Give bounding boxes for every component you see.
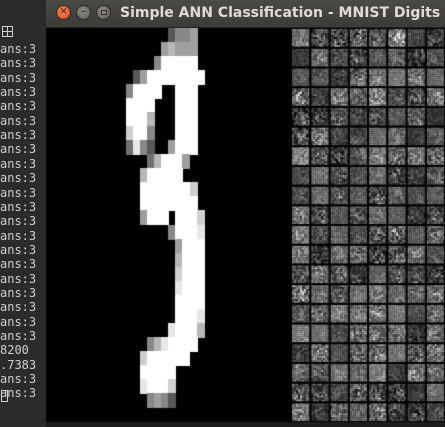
terminal-line: ans:3: [0, 156, 37, 171]
terminal-line: ans:3: [0, 271, 37, 286]
terminal-line: ans:3: [0, 128, 37, 143]
terminal-line: ans:3: [0, 228, 37, 243]
terminal-line: ans:3: [0, 372, 37, 387]
background-terminal[interactable]: ans:3 ans:3 ans:3 ans:3 ans:3 ans:3 ans:3 ans:3…: [0, 0, 46, 427]
digit-input-image: [91, 28, 289, 422]
window-title: Simple ANN Classification - MNIST Digits: [120, 5, 441, 21]
terminal-line: ans:3: [0, 285, 37, 300]
close-icon: ✕: [59, 7, 68, 17]
terminal-line: ans:3: [0, 242, 37, 257]
maximize-icon: [100, 10, 107, 15]
terminal-line: ans:3: [0, 185, 37, 200]
terminal-line: ans:3: [0, 329, 37, 343]
window-bottom-edge: [46, 422, 445, 427]
terminal-line: ans:3: [0, 300, 37, 315]
terminal-line: ans:3: [0, 142, 37, 157]
terminal-line: ans:3: [0, 85, 37, 100]
terminal-grid-icon: [2, 26, 13, 37]
terminal-line: ans:3: [0, 42, 37, 56]
window-maximize-button[interactable]: [96, 5, 111, 20]
terminal-line: ans:3: [0, 56, 37, 71]
window-minimize-button[interactable]: –: [76, 5, 91, 20]
terminal-line: ans:3: [0, 70, 37, 85]
terminal-cursor: [1, 390, 8, 402]
terminal-line: ans:3: [0, 314, 37, 329]
terminal-line: ans:3: [0, 171, 37, 186]
terminal-line: ans:3: [0, 257, 37, 272]
terminal-line: ans:3: [0, 99, 37, 114]
terminal-line: .7383: [0, 357, 37, 372]
terminal-line: ans:3: [0, 214, 37, 229]
window-close-button[interactable]: ✕: [56, 5, 71, 20]
terminal-line: ans:3: [0, 199, 37, 214]
desktop-screen: ans:3 ans:3 ans:3 ans:3 ans:3 ans:3 ans:3 ans:3…: [0, 0, 445, 427]
neuron-weight-visualization-grid: [291, 28, 445, 422]
minimize-icon: –: [81, 7, 86, 17]
app-window: ✕ – Simple ANN Classification - MNIST Di…: [46, 0, 445, 427]
terminal-line: 8200: [0, 343, 29, 358]
window-titlebar[interactable]: ✕ – Simple ANN Classification - MNIST Di…: [46, 0, 445, 28]
terminal-line: ans:3: [0, 113, 37, 128]
